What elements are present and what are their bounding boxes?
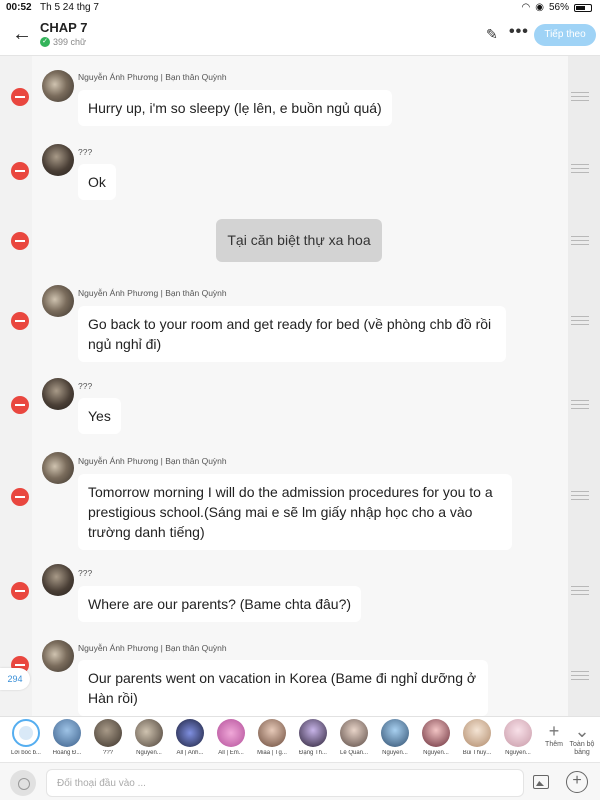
message-bubble[interactable]: Our parents went on vacation in Korea (B…	[78, 660, 488, 716]
chapter-title: CHAP 7	[40, 20, 88, 35]
avatar	[217, 719, 245, 747]
avatar	[504, 719, 532, 747]
avatar[interactable]	[42, 564, 74, 596]
delete-message-button[interactable]	[11, 88, 29, 106]
delete-message-button[interactable]	[11, 162, 29, 180]
message-bubble[interactable]: Where are our parents? (Bame chta đâu?)	[78, 586, 362, 622]
message-bubble[interactable]: Hurry up, i'm so sleepy (lẹ lên, e buồn …	[78, 90, 392, 126]
add-circle-icon[interactable]: +	[566, 771, 588, 793]
sender-name: Nguyễn Ánh Phương | Bạn thân Quỳnh	[78, 643, 227, 653]
expand-characters-button[interactable]: ⌄ Toàn bộ bảng	[564, 721, 600, 761]
message-count-badge[interactable]: 294	[0, 668, 30, 690]
character-item[interactable]: Nguyễn...	[375, 719, 415, 763]
message-bubble[interactable]: Ok	[78, 164, 116, 200]
character-item[interactable]: All | Em...	[211, 719, 251, 763]
chat-area[interactable]: Nguyễn Ánh Phương | Bạn thân Quỳnh Hurry…	[0, 56, 600, 716]
status-date: Th 5 24 thg 7	[40, 2, 99, 13]
sender-name: ???	[78, 381, 93, 391]
sender-name: Nguyễn Ánh Phương | Bạn thân Quỳnh	[78, 456, 227, 466]
message-bubble[interactable]: Go back to your room and get ready for b…	[78, 306, 506, 362]
character-item[interactable]: All | Anh...	[170, 719, 210, 763]
chevron-down-icon: ⌄	[574, 721, 590, 741]
delete-message-button[interactable]	[11, 488, 29, 506]
delete-message-button[interactable]	[11, 312, 29, 330]
drag-handle-icon[interactable]	[571, 316, 589, 325]
sender-name: Nguyễn Ánh Phương | Bạn thân Quỳnh	[78, 288, 227, 298]
delete-message-button[interactable]	[11, 582, 29, 600]
character-item[interactable]: Hoàng Đ...	[47, 719, 87, 763]
dialogue-input[interactable]	[46, 769, 524, 797]
message-bubble[interactable]: Tomorrow morning I will do the admission…	[78, 474, 512, 550]
status-time: 00:52	[6, 2, 32, 13]
more-options-icon[interactable]: •••	[509, 24, 529, 40]
speaker-toggle-button[interactable]	[10, 770, 36, 796]
character-item[interactable]: Bùi Thuỳ...	[457, 719, 497, 763]
character-item[interactable]: Nguyễn...	[129, 719, 169, 763]
avatar	[463, 719, 491, 747]
avatar	[135, 719, 163, 747]
avatar	[381, 719, 409, 747]
status-right: ◠ ◉ 56%	[522, 2, 592, 13]
delete-message-button[interactable]	[11, 396, 29, 414]
image-icon[interactable]	[533, 775, 549, 789]
avatar	[94, 719, 122, 747]
avatar[interactable]	[42, 144, 74, 176]
drag-handle-icon[interactable]	[571, 92, 589, 101]
word-count: ✓ 399 chữ	[40, 37, 86, 47]
avatar	[422, 719, 450, 747]
character-narrator[interactable]: Lời bốc b...	[6, 719, 46, 763]
status-bar: 00:52 Th 5 24 thg 7 ◠ ◉ 56%	[0, 0, 600, 16]
narrator-icon	[12, 719, 40, 747]
drag-handle-icon[interactable]	[571, 671, 589, 680]
reorder-column	[568, 56, 600, 716]
next-button[interactable]: Tiếp theo	[534, 24, 596, 46]
battery-icon	[574, 3, 592, 12]
header: ← CHAP 7 ✓ 399 chữ ✎ ••• Tiếp theo	[0, 16, 600, 56]
avatar	[299, 719, 327, 747]
message-bubble[interactable]: Yes	[78, 398, 121, 434]
input-bar: +	[0, 762, 600, 800]
avatar[interactable]	[42, 640, 74, 672]
avatar	[53, 719, 81, 747]
word-count-label: 399 chữ	[53, 37, 87, 47]
character-item[interactable]: Miaa | Tg...	[252, 719, 292, 763]
character-item[interactable]: Nguyễn...	[498, 719, 538, 763]
avatar[interactable]	[42, 452, 74, 484]
delete-message-button[interactable]	[11, 232, 29, 250]
avatar[interactable]	[42, 378, 74, 410]
avatar[interactable]	[42, 70, 74, 102]
drag-handle-icon[interactable]	[571, 586, 589, 595]
narration-bubble[interactable]: Tại căn biệt thự xa hoa	[216, 219, 382, 262]
drag-handle-icon[interactable]	[571, 400, 589, 409]
character-item[interactable]: ???	[88, 719, 128, 763]
lock-rotation-icon: ◉	[535, 2, 544, 13]
avatar[interactable]	[42, 285, 74, 317]
avatar	[258, 719, 286, 747]
character-item[interactable]: Nguyễn...	[416, 719, 456, 763]
character-item[interactable]: Lê Quan...	[334, 719, 374, 763]
check-icon: ✓	[40, 37, 50, 47]
avatar	[340, 719, 368, 747]
sender-name: ???	[78, 568, 93, 578]
drag-handle-icon[interactable]	[571, 236, 589, 245]
wifi-icon: ◠	[521, 2, 531, 13]
battery-percent: 56%	[548, 2, 569, 13]
sender-name: Nguyễn Ánh Phương | Bạn thân Quỳnh	[78, 72, 227, 82]
character-strip: Lời bốc b... Hoàng Đ... ??? Nguyễn... Al…	[0, 716, 600, 762]
character-item[interactable]: Đặng Th...	[293, 719, 333, 763]
avatar	[176, 719, 204, 747]
sender-name: ???	[78, 147, 93, 157]
back-arrow-icon[interactable]: ←	[10, 22, 34, 46]
edit-pencil-icon[interactable]: ✎	[486, 26, 502, 42]
drag-handle-icon[interactable]	[571, 164, 589, 173]
drag-handle-icon[interactable]	[571, 491, 589, 500]
